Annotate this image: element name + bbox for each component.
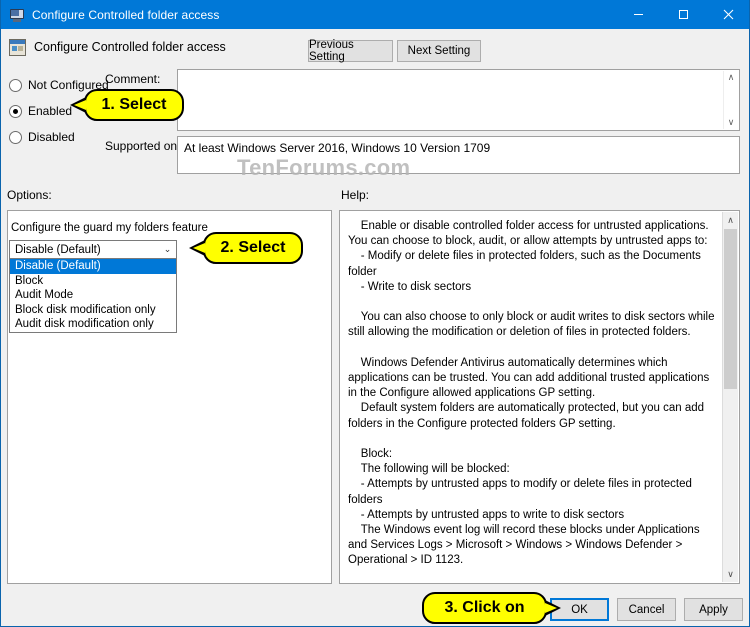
dropdown-option[interactable]: Audit disk modification only <box>10 317 176 332</box>
scroll-down-icon[interactable]: ∨ <box>723 566 738 582</box>
callout-text: 1. Select <box>101 96 167 113</box>
scroll-down-icon[interactable]: ∨ <box>728 116 735 129</box>
cancel-button[interactable]: Cancel <box>617 598 676 621</box>
help-text: Enable or disable controlled folder acce… <box>348 220 715 567</box>
window-title: Configure Controlled folder access <box>32 7 220 22</box>
apply-button[interactable]: Apply <box>684 598 743 621</box>
help-scrollbar[interactable]: ∧ ∨ <box>722 212 738 582</box>
monitor-icon <box>9 7 25 23</box>
guard-folders-dropdown[interactable]: Disable (Default) ⌄ <box>9 240 177 259</box>
callout-text: 2. Select <box>220 239 286 256</box>
watermark: TenForums.com <box>237 155 411 180</box>
comment-input[interactable]: ∧ ∨ <box>177 69 740 131</box>
chevron-down-icon[interactable]: ⌄ <box>159 244 176 255</box>
comment-value <box>178 70 739 78</box>
help-panel: Enable or disable controlled folder acce… <box>339 210 740 584</box>
dropdown-option[interactable]: Block <box>10 274 176 289</box>
dropdown-option[interactable]: Disable (Default) <box>10 259 176 274</box>
callout-text: 3. Click on <box>444 599 525 616</box>
minimize-icon[interactable] <box>616 0 661 29</box>
scroll-up-icon[interactable]: ∧ <box>723 212 738 228</box>
dropdown-option[interactable]: Block disk modification only <box>10 303 176 318</box>
scroll-up-icon[interactable]: ∧ <box>728 71 735 84</box>
previous-setting-button[interactable]: Previous Setting <box>308 39 393 63</box>
option-caption: Configure the guard my folders feature <box>11 222 208 234</box>
options-label: Options: <box>7 188 52 202</box>
dropdown-selected-value: Disable (Default) <box>15 243 101 256</box>
scrollbar-thumb[interactable] <box>724 229 737 389</box>
radio-label: Disabled <box>28 130 75 144</box>
group-policy-setting-dialog: Configure Controlled folder access Confi… <box>0 0 750 627</box>
comment-label: Comment: <box>105 72 161 86</box>
radio-icon <box>9 104 22 118</box>
help-label: Help: <box>341 188 370 202</box>
callout-arrow-icon <box>189 240 205 256</box>
comment-scrollbar[interactable]: ∧ ∨ <box>723 71 738 129</box>
radio-label: Enabled <box>28 104 73 118</box>
dropdown-option[interactable]: Audit Mode <box>10 288 176 303</box>
radio-icon <box>9 130 22 144</box>
maximize-icon[interactable] <box>661 0 706 29</box>
next-setting-button[interactable]: Next Setting <box>397 40 481 62</box>
callout-arrow-icon <box>70 97 86 113</box>
supported-on-label: Supported on: <box>105 139 181 153</box>
policy-setting-icon <box>9 38 26 56</box>
setting-name: Configure Controlled folder access <box>34 40 226 54</box>
callout-arrow-icon <box>545 600 561 616</box>
callout-step-1: 1. Select <box>70 89 184 121</box>
close-icon[interactable] <box>706 0 749 29</box>
window-controls <box>616 0 749 29</box>
title-bar: Configure Controlled folder access <box>1 0 749 29</box>
dropdown-option-list[interactable]: Disable (Default) Block Audit Mode Block… <box>9 259 177 333</box>
callout-step-3: 3. Click on <box>422 592 561 624</box>
callout-step-2: 2. Select <box>189 232 303 264</box>
radio-icon <box>9 78 22 92</box>
